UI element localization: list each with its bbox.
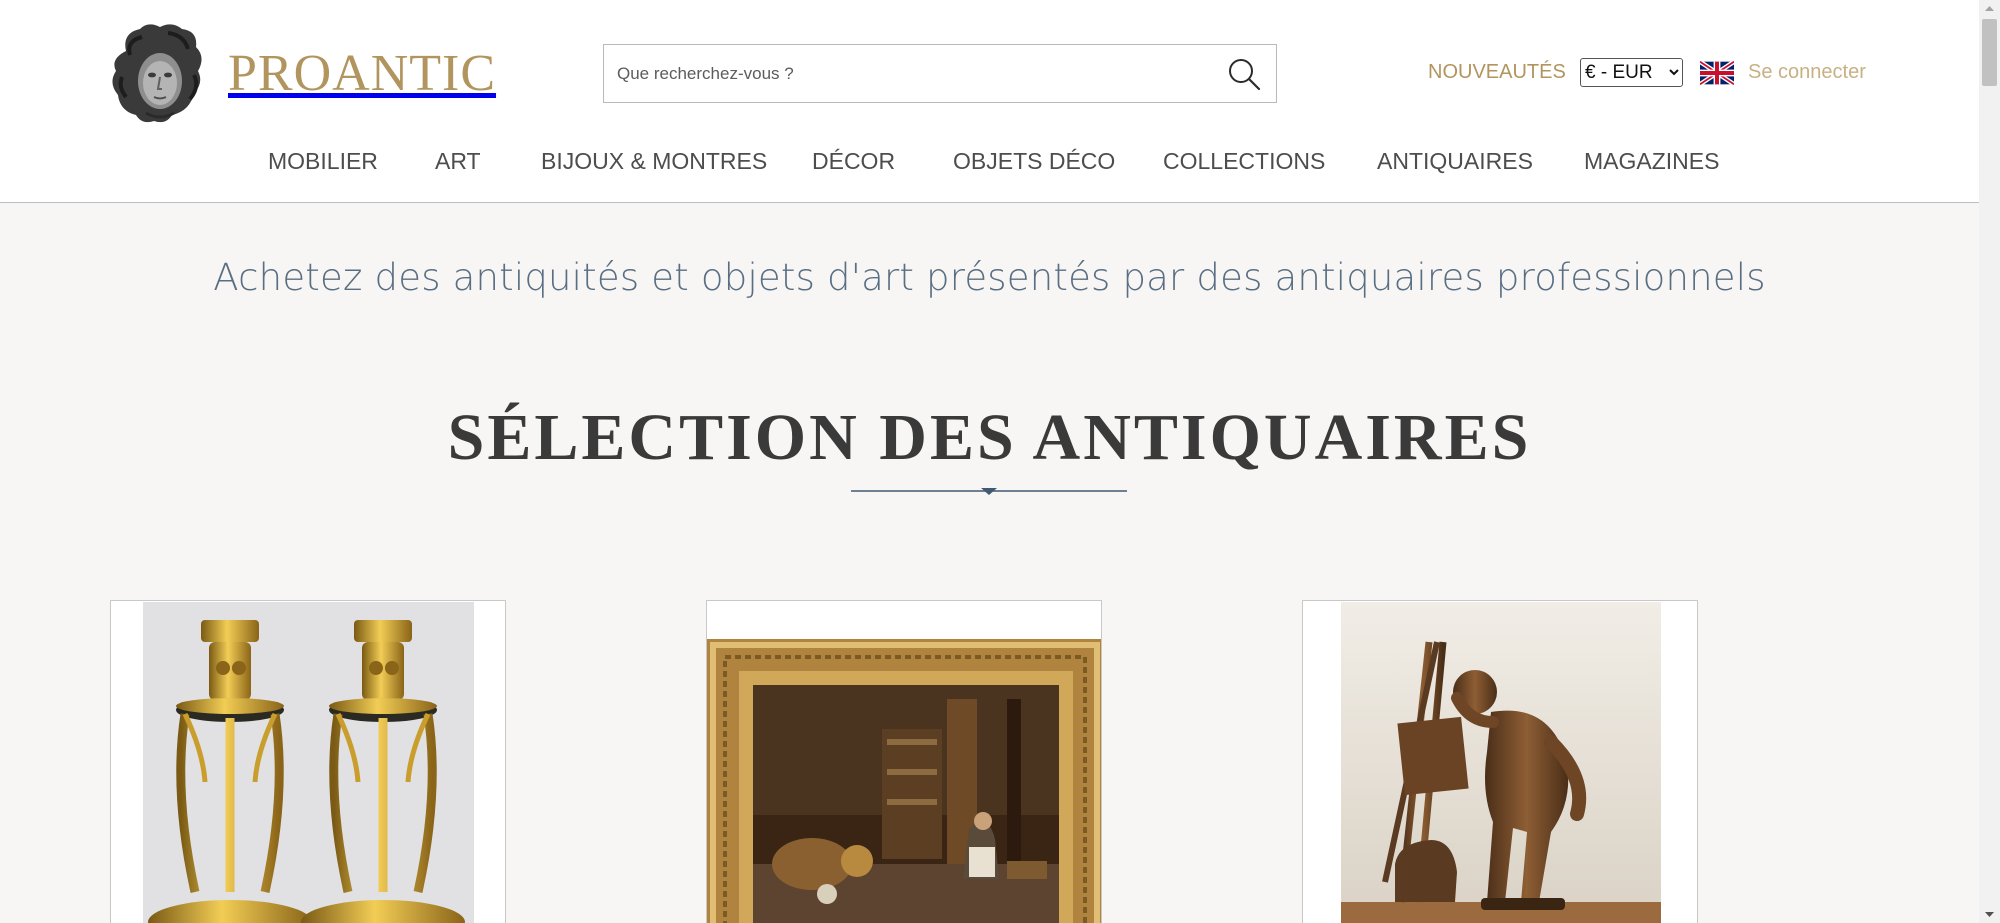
site-header: PROANTIC NOUVEAUTÉS € - EUR Se connecter… <box>0 0 1979 203</box>
product-card-sculpture[interactable] <box>1302 600 1698 923</box>
uk-flag-icon[interactable] <box>1700 61 1734 85</box>
login-link[interactable]: Se connecter <box>1748 61 1866 84</box>
scrollbar-thumb[interactable] <box>1982 19 1997 86</box>
nav-item-collections[interactable]: COLLECTIONS <box>1163 148 1325 175</box>
nav-item-art[interactable]: ART <box>435 148 481 175</box>
currency-select[interactable]: € - EUR <box>1580 58 1683 87</box>
search-bar <box>603 44 1277 103</box>
nav-item-antiquaires[interactable]: ANTIQUAIRES <box>1377 148 1533 175</box>
search-button[interactable] <box>1226 56 1262 92</box>
search-input[interactable] <box>604 45 1204 102</box>
nav-item-bijoux-montres[interactable]: BIJOUX & MONTRES <box>541 148 767 175</box>
scroll-up-arrow-icon[interactable] <box>1979 0 2000 17</box>
title-divider <box>851 488 1127 495</box>
nav-item-magazines[interactable]: MAGAZINES <box>1584 148 1719 175</box>
page-scrollbar[interactable] <box>1979 0 2000 923</box>
brand-name: PROANTIC <box>228 44 497 102</box>
scroll-down-arrow-icon[interactable] <box>1979 906 2000 923</box>
main-nav: MOBILIER ART BIJOUX & MONTRES DÉCOR OBJE… <box>0 148 1979 178</box>
product-card-candlesticks[interactable] <box>110 600 506 923</box>
product-card-painting[interactable] <box>706 600 1102 923</box>
logo-link[interactable]: PROANTIC <box>108 18 496 128</box>
nouveautes-link[interactable]: NOUVEAUTÉS <box>1428 61 1566 84</box>
search-icon <box>1229 59 1261 91</box>
product-image-painting <box>707 639 1101 923</box>
tagline: Achetez des antiquités et objets d'art p… <box>213 256 1766 299</box>
nav-item-objets-deco[interactable]: OBJETS DÉCO <box>953 148 1115 175</box>
nav-item-decor[interactable]: DÉCOR <box>812 148 895 175</box>
logo-head-icon <box>112 24 202 123</box>
product-image-candlesticks <box>143 602 474 923</box>
product-image-sculpture <box>1341 602 1661 923</box>
section-title: SÉLECTION DES ANTIQUAIRES <box>447 401 1532 474</box>
nav-item-mobilier[interactable]: MOBILIER <box>268 148 378 175</box>
